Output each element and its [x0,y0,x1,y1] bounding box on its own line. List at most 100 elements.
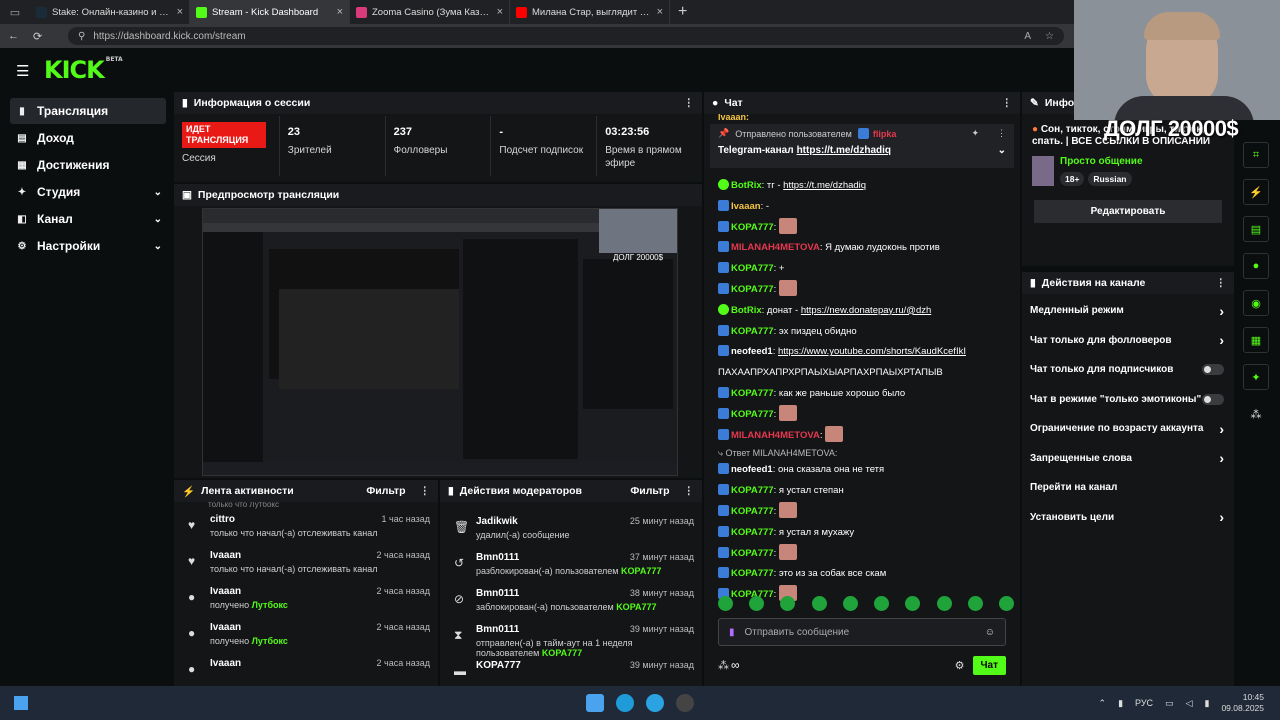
channel-action[interactable]: Медленный режим › [1022,296,1234,326]
emote-icon[interactable] [749,596,765,611]
item-user[interactable]: Ivaaan [210,586,241,597]
stream-preview-video[interactable]: ДОЛГ 20000$ [202,208,678,476]
mic-tray-icon[interactable]: ▮ [1118,698,1123,709]
sidebar-item[interactable]: ✦ Студия ⌄ [10,179,166,205]
chat-username[interactable]: Ivaaan [731,201,761,212]
chevron-down-icon[interactable]: ⌄ [998,145,1006,156]
browser-tab[interactable]: Милана Стар, выглядит старше × [510,0,670,24]
channel-action[interactable]: Ограничение по возрасту аккаунта › [1022,414,1234,444]
channel-action[interactable]: Запрещенные слова › [1022,444,1234,474]
feed-filter-button[interactable]: Фильтр [366,485,405,497]
kebab-icon[interactable]: ⋮ [684,485,695,497]
sidebar-item[interactable]: ▦ Достижения [10,152,166,178]
sidebar-item[interactable]: ⚙ Настройки ⌄ [10,233,166,259]
favorite-icon[interactable]: ☆ [1045,31,1054,42]
unpin-icon[interactable]: ✦ [971,128,979,139]
language-indicator[interactable]: РУС [1135,698,1153,708]
chat-username[interactable]: KOPA777 [731,284,774,295]
item-user[interactable]: Bmn0111 [476,624,519,635]
drops-icon[interactable]: ⁂ [1243,401,1269,427]
stream-tag[interactable]: 18+ [1060,172,1085,186]
browser-tab[interactable]: Stake: Онлайн-казино и ставки на спорт × [30,0,190,24]
send-chat-button[interactable]: Чат [972,655,1006,675]
toggle-switch[interactable] [1202,393,1224,405]
reply-reference[interactable]: ⤷ Ответ MILANAH4METOVA: [718,446,1014,460]
sidebar-item[interactable]: ◧ Канал ⌄ [10,206,166,232]
item-user[interactable]: Ivaaan [210,622,241,633]
emote-icon[interactable] [718,596,733,611]
back-icon[interactable]: ← [8,30,19,42]
obs-icon[interactable] [676,694,694,712]
item-user[interactable]: cittro [210,514,235,525]
telegram-icon[interactable] [646,694,664,712]
emote-icon[interactable] [811,596,827,611]
url-field[interactable]: ⚲ https://dashboard.kick.com/stream A ☆ [68,27,1064,45]
emote-icon[interactable] [936,596,952,611]
chat-username[interactable]: KOPA777 [731,409,774,420]
chat-username[interactable]: KOPA777 [731,263,774,274]
close-icon[interactable]: × [337,6,343,18]
chat-username[interactable]: BotRix [731,305,762,316]
chat-username[interactable]: MILANAH4METOVA [731,430,820,441]
chat-username[interactable]: KOPA777 [731,548,774,559]
chat-username[interactable]: neofeed1 [731,464,773,475]
window-menu-icon[interactable]: ▭ [0,0,30,24]
chat-username[interactable]: MILANAH4METOVA [731,242,820,253]
chat-username[interactable]: neofeed1 [731,346,773,357]
category-name[interactable]: Просто общение [1060,156,1143,167]
new-tab-button[interactable]: + [670,3,695,21]
kebab-icon[interactable]: ⋮ [684,97,695,109]
emote-icon[interactable] [998,596,1014,611]
pinned-user[interactable]: flipka [873,129,897,139]
windows-widget-icon[interactable] [14,696,28,710]
item-user[interactable]: Bmn0111 [476,588,519,599]
pinned-link[interactable]: https://t.me/dzhadiq [797,145,891,156]
broadcast-icon[interactable]: ◉ [1243,290,1269,316]
chat-input[interactable]: ▮ Отправить сообщение ☺ [718,618,1006,646]
emote-icon[interactable] [780,596,796,611]
stream-tag[interactable]: Russian [1088,172,1132,186]
chat-username[interactable]: BotRix [731,180,762,191]
reload-icon[interactable]: ⟳ [33,30,42,43]
chevron-down-icon[interactable]: ⌄ [154,241,162,252]
chat-username[interactable]: KOPA777 [731,388,774,399]
channel-action[interactable]: Чат в режиме "только эмотиконы" [1022,385,1234,415]
item-user[interactable]: Bmn0111 [476,552,519,563]
points-icon[interactable]: ⁂ [718,659,729,672]
close-icon[interactable]: × [657,6,663,18]
site-info-icon[interactable]: ⚲ [78,31,85,42]
kebab-icon[interactable]: ⋮ [997,128,1006,139]
item-user[interactable]: KOPA777 [476,660,521,671]
item-user[interactable]: Jadikwik [476,516,518,527]
chat-username[interactable]: KOPA777 [731,506,774,517]
mods-filter-button[interactable]: Фильтр [630,485,669,497]
channel-action[interactable]: Перейти на канал [1022,473,1234,503]
chat-username[interactable]: KOPA777 [731,568,774,579]
close-icon[interactable]: × [497,6,503,18]
chat-username[interactable]: KOPA777 [731,485,774,496]
toggle-switch[interactable] [1202,364,1224,376]
sidebar-item[interactable]: ▤ Доход [10,125,166,151]
channel-action[interactable]: Чат только для фолловеров › [1022,326,1234,356]
chat-username[interactable]: KOPA777 [731,527,774,538]
tray-chevron-icon[interactable]: ⌃ [1099,698,1107,709]
kick-logo[interactable]: KICK BETA [44,56,123,84]
edge-icon[interactable] [616,694,634,712]
sidebar-item[interactable]: ▮ Трансляция [10,98,166,124]
clock[interactable]: 10:45 09.08.2025 [1221,692,1264,714]
chat-username[interactable]: KOPA777 [731,222,774,233]
gift-icon[interactable]: ▦ [1243,327,1269,353]
emote-icon[interactable] [905,596,921,611]
chat-username[interactable]: KOPA777 [731,326,774,337]
item-user[interactable]: Ivaaan [210,658,241,669]
emote-icon[interactable] [842,596,858,611]
settings-icon[interactable]: ⚙ [955,659,965,672]
chat-link[interactable]: https://t.me/dzhadiq [783,180,866,191]
browser-tab[interactable]: Stream - Kick Dashboard × [190,0,350,24]
battery-icon[interactable]: ▮ [1205,698,1210,709]
close-icon[interactable]: × [177,6,183,18]
browser-tab[interactable]: Zooma Casino (Зума Казино) оф × [350,0,510,24]
clip-icon[interactable]: ⌗ [1243,142,1269,168]
item-user[interactable]: Ivaaan [210,550,241,561]
kebab-icon[interactable]: ⋮ [1002,97,1013,109]
